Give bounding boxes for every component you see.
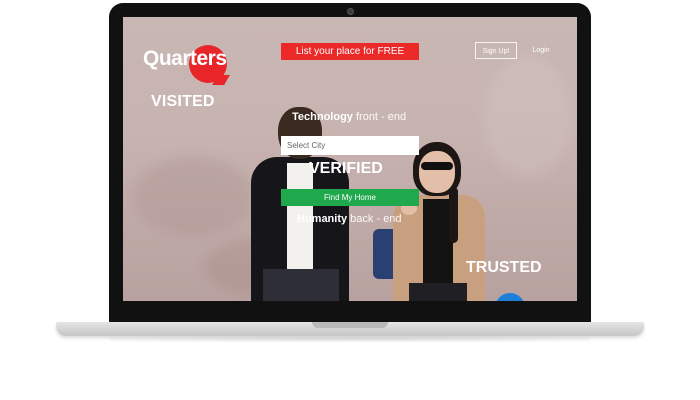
photo-braid <box>449 187 458 243</box>
tagline-technology-bold: Technology <box>292 111 353 123</box>
laptop-base-notch <box>312 322 388 328</box>
find-my-home-button[interactable]: Find My Home <box>281 189 419 206</box>
photo-person-right-legs <box>409 283 467 301</box>
website-screen: Quarters List your place for FREE Sign U… <box>123 17 577 301</box>
tagline-humanity-bold: Humanity <box>297 213 348 225</box>
logo-text: Quarters <box>143 47 227 70</box>
webcam-icon <box>347 8 354 15</box>
sign-up-button[interactable]: Sign Up! <box>475 42 517 59</box>
chat-bubble-icon[interactable] <box>495 293 525 301</box>
photo-person-left-legs <box>263 269 339 301</box>
photo-person-right-face <box>419 151 455 193</box>
list-your-place-button[interactable]: List your place for FREE <box>281 43 419 60</box>
laptop-frame: Quarters List your place for FREE Sign U… <box>109 3 591 322</box>
select-city-input[interactable] <box>281 136 419 155</box>
tagline-humanity-rest: back - end <box>347 213 402 225</box>
hero-word-visited: VISITED <box>151 93 215 110</box>
tagline-technology-rest: front - end <box>352 111 407 123</box>
laptop-shadow <box>110 336 590 342</box>
login-link[interactable]: Login <box>529 42 553 59</box>
tagline-humanity: Humanity back - end <box>297 213 402 225</box>
wall-texture <box>133 157 253 237</box>
wall-texture <box>483 57 573 177</box>
hero-word-verified: VERIFIED <box>309 160 383 177</box>
hero-word-trusted: TRUSTED <box>466 259 542 276</box>
laptop-base <box>56 322 644 336</box>
tagline-technology: Technology front - end <box>292 111 406 123</box>
site-logo[interactable]: Quarters <box>143 39 243 85</box>
photo-sunglasses <box>421 162 453 170</box>
